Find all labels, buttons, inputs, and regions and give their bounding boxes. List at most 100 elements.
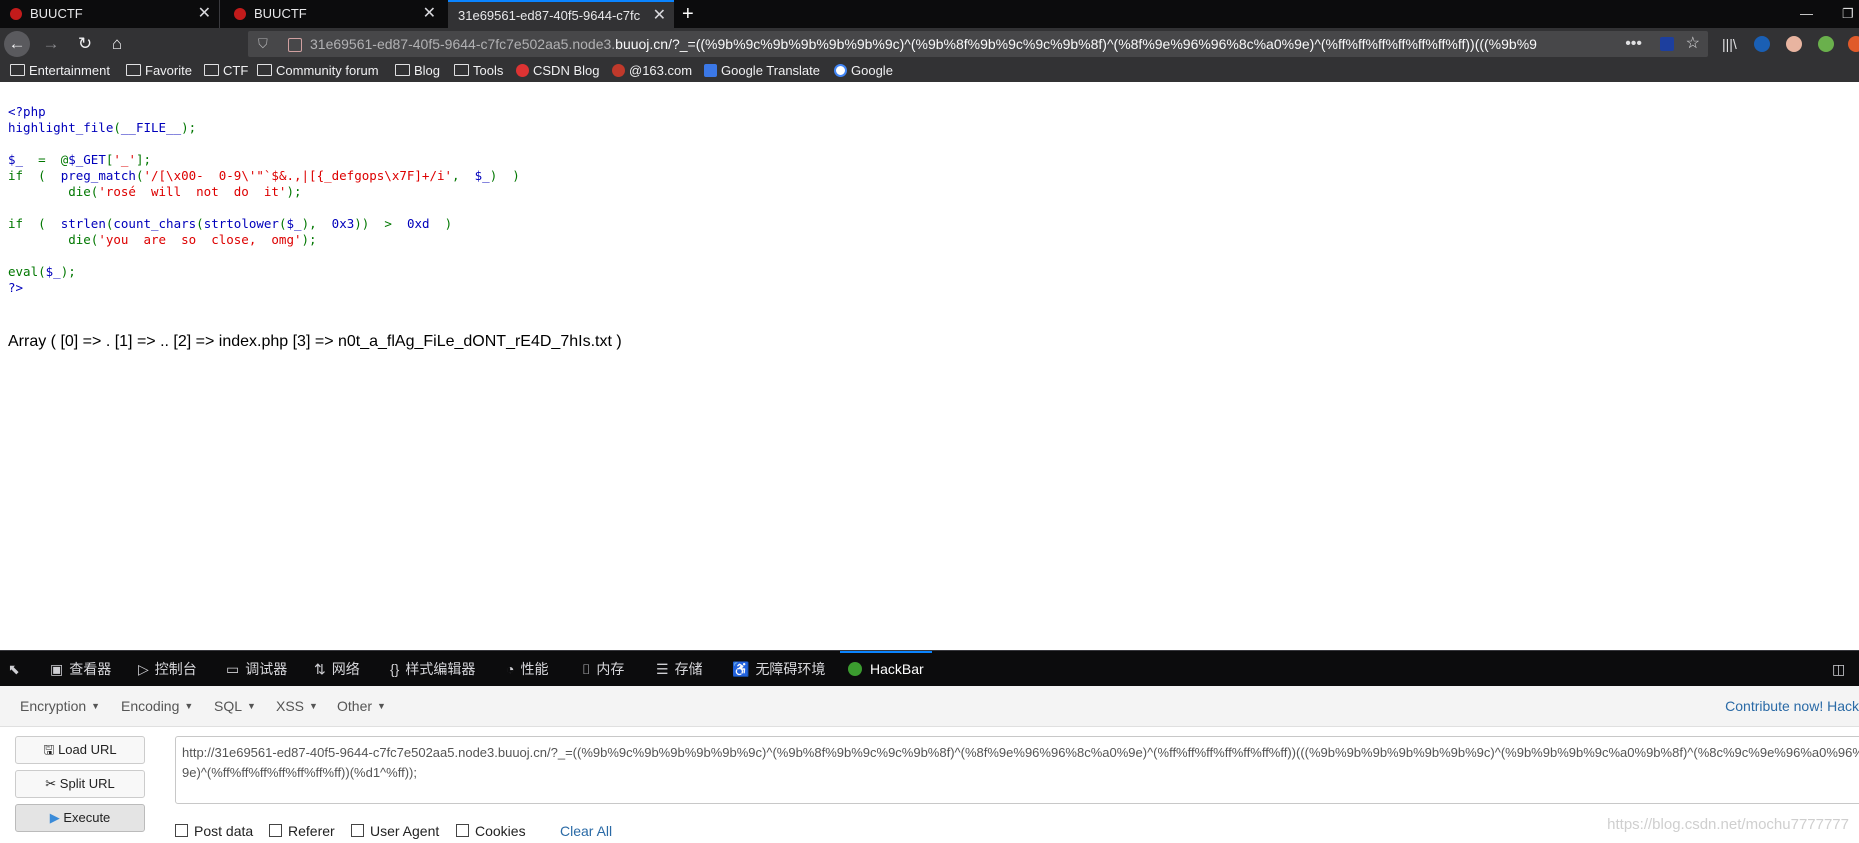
execute-button[interactable]: ▶ Execute (15, 804, 145, 832)
watermark: https://blog.csdn.net/mochu7777777 (1607, 816, 1849, 833)
tab-active[interactable]: 31e69561-ed87-40f5-9644-c7fc ✕ (448, 0, 674, 28)
close-tab-icon[interactable]: ✕ (423, 0, 436, 28)
bookmark-star-icon[interactable]: ☆ (1686, 31, 1700, 57)
devtools-tab-hackbar[interactable]: HackBar (840, 651, 932, 689)
extension-icon[interactable] (1660, 37, 1674, 51)
checkbox-label: Cookies (475, 823, 526, 839)
library-icon[interactable]: |||\ (1722, 36, 1738, 52)
extension-toggle-icon[interactable] (1818, 36, 1834, 52)
menu-encryption[interactable]: Encryption ▼ (20, 698, 100, 714)
devtools-tab-debugger[interactable]: ▭ 调试器 (226, 651, 287, 687)
shield-icon[interactable]: ⛉ (258, 31, 268, 57)
bookmark-folder-entertainment[interactable]: Entertainment (10, 63, 110, 79)
bookmark-folder-favorite[interactable]: Favorite (126, 63, 192, 79)
maximize-icon[interactable]: ❐ (1842, 0, 1854, 28)
extension-avatar-icon[interactable] (1786, 36, 1802, 52)
devtools-tab-inspector[interactable]: ▣ 查看器 (50, 651, 111, 687)
minimize-icon[interactable]: — (1800, 0, 1813, 28)
bookmark-folder-blog[interactable]: Blog (395, 63, 440, 79)
dock-layout-icon[interactable]: ◫ (1832, 651, 1851, 687)
bookmark-label: Google (851, 63, 893, 78)
load-url-icon: 🖫 (43, 742, 59, 757)
bookmarks-toolbar: Entertainment Favorite CTF Community for… (0, 60, 1859, 82)
close-tab-icon[interactable]: ✕ (653, 2, 666, 30)
extension-defs-icon[interactable] (1754, 36, 1770, 52)
devtools-tab-memory[interactable]: ⌷ 内存 (582, 651, 624, 687)
hackbar-url-textarea[interactable]: http://31e69561-ed87-40f5-9644-c7fc7e502… (175, 736, 1859, 804)
checkbox-box[interactable] (269, 824, 282, 837)
tab-buuctf-1[interactable]: BUUCTF ✕ (0, 0, 220, 28)
bookmark-csdn-blog[interactable]: CSDN Blog (516, 63, 599, 79)
caret-down-icon: ▼ (184, 701, 194, 711)
referer-checkbox[interactable]: Referer (269, 823, 335, 839)
devtools-tab-accessibility[interactable]: ♿ 无障碍环境 (732, 651, 825, 687)
devtools-tab-style-editor[interactable]: {} 样式编辑器 (390, 651, 475, 687)
reload-icon[interactable]: ↻ (72, 31, 98, 57)
code-token: ); (181, 120, 197, 135)
load-url-button[interactable]: 🖫 Load URL (15, 736, 145, 764)
extension-more-icon[interactable] (1848, 36, 1859, 52)
devtools-tab-performance[interactable]: ◔ 性能 (506, 651, 548, 687)
post-data-checkbox[interactable]: Post data (175, 823, 253, 839)
address-bar[interactable]: ⛉ 31e69561-ed87-40f5-9644-c7fc7e502aa5.n… (248, 31, 1708, 57)
code-token: ]; (135, 152, 152, 167)
devtools-tab-label: 调试器 (245, 661, 288, 677)
clear-all-link[interactable]: Clear All (560, 823, 612, 839)
home-icon[interactable]: ⌂ (104, 31, 130, 57)
inspector-icon: ▣ (50, 661, 64, 677)
bookmark-folder-community-forum[interactable]: Community forum (257, 63, 379, 79)
code-token: eval (8, 264, 39, 279)
buuctf-favicon-icon (234, 8, 246, 20)
code-token: ( (196, 216, 204, 231)
code-token: $_ (45, 264, 61, 279)
cookies-checkbox[interactable]: Cookies (456, 823, 526, 839)
url-text[interactable]: 31e69561-ed87-40f5-9644-c7fc7e502aa5.nod… (310, 31, 1537, 57)
bookmark-label: Google Translate (721, 63, 821, 78)
tab-title: BUUCTF (30, 6, 83, 21)
bookmark-google-translate[interactable]: Google Translate (704, 63, 820, 79)
insecure-lock-icon[interactable] (288, 38, 302, 52)
new-tab-icon[interactable]: + (682, 0, 694, 28)
checkbox-box[interactable] (351, 824, 364, 837)
code-token: ) ) (489, 168, 520, 183)
console-icon: ▷ (138, 661, 149, 677)
bookmark-google[interactable]: Google (834, 63, 893, 79)
menu-sql[interactable]: SQL ▼ (214, 698, 256, 714)
tab-title: BUUCTF (254, 6, 307, 21)
user-agent-checkbox[interactable]: User Agent (351, 823, 439, 839)
button-label: Split URL (59, 776, 115, 791)
button-label: Execute (63, 810, 111, 825)
eval-output: Array ( [0] => . [1] => .. [2] => index.… (8, 333, 622, 350)
forward-arrow-icon[interactable]: → (38, 31, 64, 57)
bookmark-163[interactable]: @163.com (612, 63, 692, 79)
devtools-tab-network[interactable]: ⇅ 网络 (314, 651, 360, 687)
tab-buuctf-2[interactable]: BUUCTF ✕ (224, 0, 444, 28)
bookmark-label: Blog (414, 63, 441, 78)
checkbox-label: Post data (194, 823, 254, 839)
page-actions-icon[interactable]: ••• (1625, 31, 1642, 57)
contribute-link[interactable]: Contribute now! Hack (1725, 698, 1859, 714)
code-token: die( (8, 184, 99, 199)
devtools-tab-console[interactable]: ▷ 控制台 (138, 651, 197, 687)
buuctf-favicon-icon (10, 8, 22, 20)
checkbox-box[interactable] (175, 824, 188, 837)
menu-xss[interactable]: XSS ▼ (276, 698, 318, 714)
hackbar-menubar: Encryption ▼ Encoding ▼ SQL ▼ XSS ▼ Other ▼ C… (0, 686, 1859, 727)
code-token: count_chars (113, 216, 197, 231)
menu-label: SQL (214, 698, 243, 714)
bookmark-folder-tools[interactable]: Tools (454, 63, 503, 79)
code-token: die( (8, 232, 99, 247)
menu-encoding[interactable]: Encoding ▼ (121, 698, 193, 714)
element-picker-icon[interactable]: ⬉ (8, 651, 26, 687)
close-tab-icon[interactable]: ✕ (198, 0, 211, 28)
back-arrow-icon[interactable]: ← (4, 31, 30, 57)
devtools-tab-label: 性能 (520, 661, 549, 677)
devtools-tab-storage[interactable]: ☰ 存储 (656, 651, 703, 687)
menu-other[interactable]: Other ▼ (337, 698, 386, 714)
code-token: ( (113, 120, 121, 135)
code-token: ( (278, 216, 287, 231)
bookmark-folder-ctf[interactable]: CTF (204, 63, 248, 79)
checkbox-box[interactable] (456, 824, 469, 837)
split-url-button[interactable]: ✂ Split URL (15, 770, 145, 798)
menu-label: Encryption (20, 698, 87, 714)
